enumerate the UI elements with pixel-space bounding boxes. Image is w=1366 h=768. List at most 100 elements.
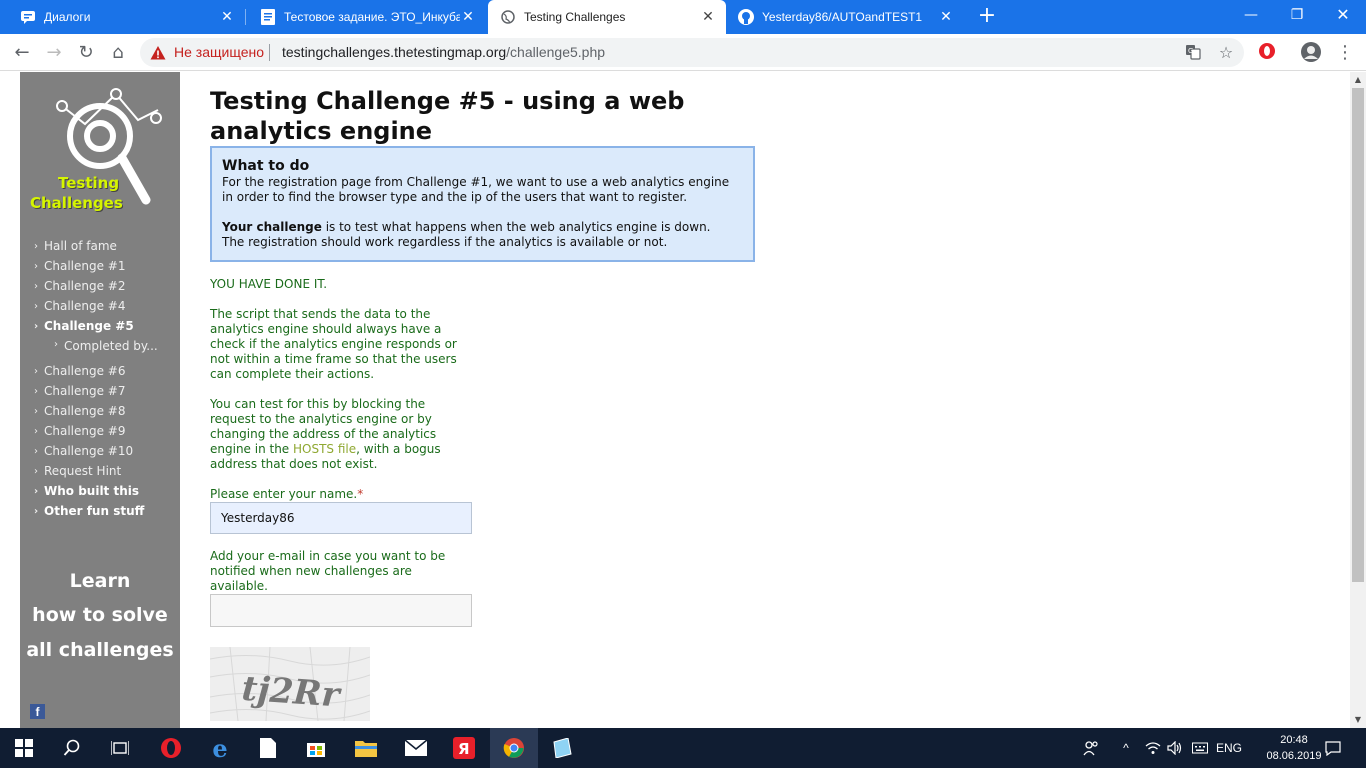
close-icon[interactable]: ✕: [700, 9, 716, 25]
notifications-icon[interactable]: [1322, 728, 1344, 768]
hosts-file-link[interactable]: HOSTS file: [293, 442, 356, 456]
home-button[interactable]: ⌂: [106, 41, 130, 65]
profile-avatar-icon[interactable]: [1300, 42, 1322, 64]
restore-button[interactable]: ❐: [1274, 0, 1320, 30]
close-icon[interactable]: ✕: [219, 9, 235, 25]
sidebar-item-other-fun-stuff[interactable]: › Other fun stuff: [34, 501, 180, 521]
scroll-thumb[interactable]: [1352, 88, 1364, 582]
scroll-down-icon[interactable]: ▼: [1350, 712, 1366, 728]
learn-banner-line1[interactable]: Learn: [20, 570, 180, 592]
divider: [269, 44, 270, 61]
chevron-up-icon[interactable]: ^: [1116, 728, 1136, 768]
sidebar-item-challenge-4[interactable]: › Challenge #4: [34, 296, 180, 316]
new-tab-button[interactable]: +: [976, 5, 998, 28]
sidebar-item-label: Challenge #2: [44, 279, 126, 293]
sidebar-item-label: Who built this: [44, 484, 140, 498]
close-window-button[interactable]: ✕: [1320, 0, 1366, 30]
app-icon[interactable]: [538, 728, 586, 768]
close-icon[interactable]: ✕: [938, 9, 954, 25]
mail-icon[interactable]: [392, 728, 440, 768]
forward-button[interactable]: →: [42, 41, 66, 65]
file-icon[interactable]: [244, 728, 292, 768]
keyboard-icon[interactable]: [1190, 728, 1210, 768]
sidebar-item-hall-of-fame[interactable]: › Hall of fame: [34, 236, 180, 256]
what-to-do-text: For the registration page from Challenge…: [222, 175, 730, 204]
what-to-do-heading: What to do: [222, 158, 310, 174]
sidebar-item-challenge-10[interactable]: › Challenge #10: [34, 441, 180, 461]
store-icon[interactable]: [292, 728, 340, 768]
url-text[interactable]: testingchallenges.thetestingmap.org/chal…: [282, 44, 605, 60]
back-button[interactable]: ←: [10, 41, 34, 65]
sidebar-item-label: Challenge #10: [44, 444, 134, 458]
learn-banner-line2[interactable]: how to solve: [20, 604, 180, 626]
chevron-right-icon: ›: [34, 505, 39, 517]
tab-test-assignment[interactable]: Тестовое задание. ЭТО_Инкубатор ✕: [246, 0, 486, 34]
tab-dialogs[interactable]: Диалоги ✕: [0, 0, 245, 34]
email-input[interactable]: [210, 594, 472, 627]
chevron-right-icon: ›: [34, 385, 38, 397]
opera-extension-icon[interactable]: [1256, 42, 1278, 64]
sidebar-item-label: Challenge #7: [44, 384, 126, 398]
chevron-right-icon: ›: [34, 465, 38, 477]
sidebar-item-completed-by[interactable]: › Completed by...: [34, 336, 180, 361]
chevron-right-icon: ›: [34, 365, 38, 377]
tab-github-repo[interactable]: Yesterday86/AUTOandTEST1 ✕: [728, 0, 964, 34]
windows-logo-icon: [15, 739, 33, 757]
volume-icon[interactable]: [1164, 728, 1186, 768]
sidebar: Testing Challenges › Hall of fame › Challe…: [20, 72, 180, 728]
name-label: Please enter your name.*: [210, 487, 363, 502]
people-icon[interactable]: [1080, 728, 1102, 768]
close-icon[interactable]: ✕: [460, 9, 476, 25]
sidebar-item-label: Challenge #9: [44, 424, 126, 438]
url-path: /challenge5.php: [506, 44, 606, 60]
opera-browser-icon[interactable]: [147, 728, 195, 768]
what-to-do-box: What to do For the registration page fro…: [210, 146, 755, 262]
menu-dots-icon[interactable]: ⋮: [1334, 42, 1356, 64]
sidebar-item-challenge-6[interactable]: › Challenge #6: [34, 361, 180, 381]
testing-challenges-logo[interactable]: Testing Challenges: [30, 88, 170, 218]
sidebar-item-label: Challenge #6: [44, 364, 126, 378]
search-icon[interactable]: [48, 728, 96, 768]
sidebar-item-challenge-2[interactable]: › Challenge #2: [34, 276, 180, 296]
address-bar[interactable]: Не защищено testingchallenges.thetesting…: [140, 38, 1244, 67]
yandex-browser-icon[interactable]: Я: [440, 728, 488, 768]
tab-testing-challenges[interactable]: Testing Challenges ✕: [488, 0, 726, 34]
scroll-up-icon[interactable]: ▲: [1350, 72, 1366, 88]
challenge-rest: is to test what happens when the web ana…: [321, 220, 711, 234]
reload-button[interactable]: ↻: [74, 41, 98, 65]
tab-title: Testing Challenges: [524, 10, 626, 24]
network-icon[interactable]: [1142, 728, 1164, 768]
system-clock[interactable]: 20:48 08.06.2019: [1266, 732, 1322, 764]
sidebar-item-challenge-9[interactable]: › Challenge #9: [34, 421, 180, 441]
sidebar-item-label: Challenge #5: [44, 319, 134, 333]
sidebar-item-label: Hall of fame: [44, 239, 117, 253]
sidebar-item-challenge-7[interactable]: › Challenge #7: [34, 381, 180, 401]
minimize-button[interactable]: —: [1228, 0, 1274, 30]
warning-icon: [150, 45, 166, 61]
clock-time: 20:48: [1280, 734, 1308, 746]
task-view-icon[interactable]: [96, 728, 144, 768]
edge-browser-icon[interactable]: e: [196, 728, 244, 768]
sidebar-menu: › Hall of fame › Challenge #1 › Challenge #…: [34, 236, 180, 521]
explanation-paragraph: The script that sends the data to the an…: [210, 307, 457, 381]
sidebar-item-challenge-5[interactable]: › Challenge #5: [34, 316, 180, 336]
page-scrollbar[interactable]: ▲ ▼: [1350, 72, 1366, 728]
sidebar-item-challenge-8[interactable]: › Challenge #8: [34, 401, 180, 421]
sidebar-item-request-hint[interactable]: › Request Hint: [34, 461, 180, 481]
chrome-browser-icon[interactable]: [490, 728, 538, 768]
docs-icon: [260, 9, 276, 25]
facebook-icon[interactable]: f: [30, 704, 45, 719]
start-button[interactable]: [0, 728, 48, 768]
name-input[interactable]: [210, 502, 472, 534]
file-explorer-icon[interactable]: [342, 728, 390, 768]
learn-banner-line3[interactable]: all challenges: [20, 639, 180, 661]
translate-icon[interactable]: G: [1184, 44, 1202, 62]
page-viewport: Testing Challenges › Hall of fame › Challe…: [0, 72, 1350, 728]
sidebar-item-challenge-1[interactable]: › Challenge #1: [34, 256, 180, 276]
security-label[interactable]: Не защищено: [174, 44, 264, 60]
bookmark-star-icon[interactable]: ☆: [1217, 44, 1235, 62]
language-indicator[interactable]: ENG: [1212, 728, 1246, 768]
captcha-image: tj2Rr: [209, 646, 371, 722]
sidebar-item-who-built-this[interactable]: › Who built this: [34, 481, 180, 501]
chevron-right-icon: ›: [54, 339, 58, 350]
